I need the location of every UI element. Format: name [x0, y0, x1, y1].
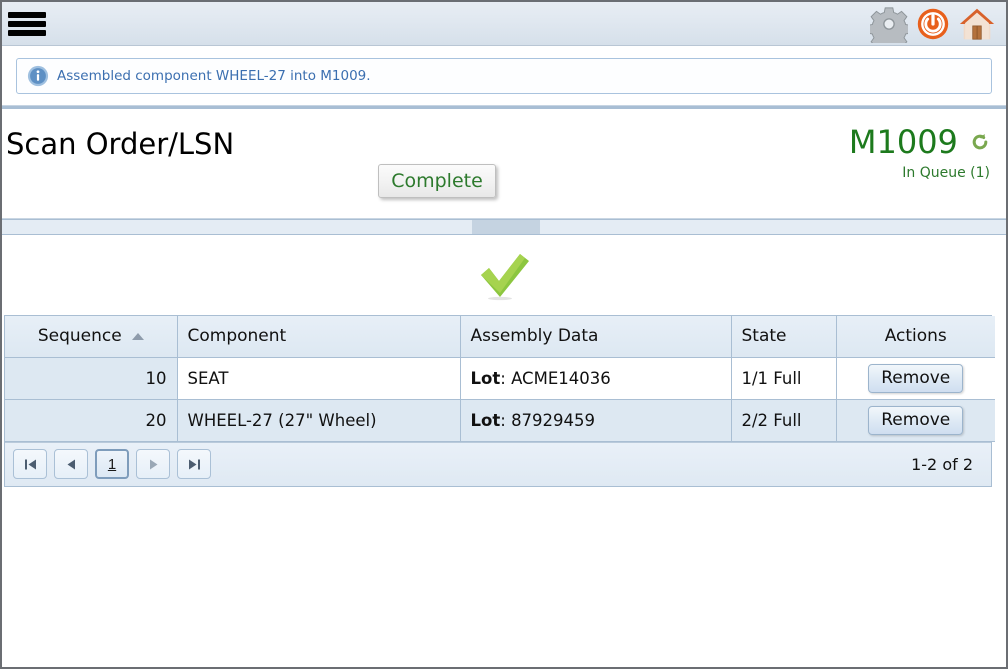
assembly-table: Sequence Component Assembly Data State A…: [5, 316, 995, 442]
header-icon-group: [870, 5, 998, 43]
column-header-component[interactable]: Component: [177, 316, 461, 358]
table-row[interactable]: 10 SEAT Lot: ACME14036 1/1 Full Remove: [5, 357, 995, 400]
cell-assembly-data: Lot: 87929459: [460, 399, 732, 442]
cell-state: 2/2 Full: [731, 399, 837, 442]
cell-actions: Remove: [836, 357, 995, 400]
cell-component: SEAT: [177, 357, 461, 400]
previous-page-icon: [67, 459, 75, 469]
remove-button[interactable]: Remove: [868, 405, 964, 435]
next-page-icon: [149, 459, 157, 469]
complete-button[interactable]: Complete: [378, 164, 496, 198]
page-title-section: Scan Order/LSN Complete M1009 In Queue (…: [2, 109, 1006, 219]
settings-gear-icon[interactable]: [870, 5, 908, 43]
power-off-icon[interactable]: [914, 5, 952, 43]
application-window: Assembled component WHEEL-27 into M1009.…: [0, 0, 1008, 669]
status-indicator-area: [2, 235, 1006, 315]
info-message-text: Assembled component WHEEL-27 into M1009.: [57, 68, 371, 84]
lsn-queue-status: In Queue (1): [902, 165, 990, 181]
cell-component: WHEEL-27 (27" Wheel): [177, 399, 461, 442]
assembly-label: Lot: [470, 368, 501, 388]
sort-ascending-icon: [131, 332, 144, 340]
remove-button[interactable]: Remove: [868, 363, 964, 393]
table-header-row: Sequence Component Assembly Data State A…: [5, 316, 995, 358]
column-header-actions: Actions: [836, 316, 995, 358]
column-header-sequence[interactable]: Sequence: [5, 316, 178, 358]
hamburger-bar: [8, 20, 46, 27]
hamburger-bar: [8, 11, 46, 18]
cell-actions: Remove: [836, 399, 995, 442]
pagination-bar: 1 1-2 of 2: [5, 441, 991, 486]
last-page-button[interactable]: [177, 449, 211, 479]
last-page-icon: [188, 459, 200, 469]
refresh-icon[interactable]: [970, 132, 990, 152]
green-check-icon: [481, 254, 529, 301]
cell-assembly-data: Lot: ACME14036: [460, 357, 732, 400]
assembly-value: ACME14036: [511, 368, 611, 388]
assembly-colon: :: [500, 410, 506, 430]
cell-sequence: 10: [5, 357, 178, 400]
top-header-bar: [2, 2, 1006, 46]
lsn-info-block: M1009 In Queue (1): [849, 123, 990, 181]
cell-state: 1/1 Full: [731, 357, 837, 400]
horizontal-scrollbar[interactable]: [2, 219, 1006, 235]
hamburger-menu-icon[interactable]: [8, 9, 46, 39]
first-page-button[interactable]: [13, 449, 47, 479]
column-header-state[interactable]: State: [731, 316, 837, 358]
scrollbar-thumb[interactable]: [472, 220, 540, 234]
pagination-controls: 1: [13, 449, 211, 479]
first-page-icon: [24, 459, 36, 469]
message-banner-area: Assembled component WHEEL-27 into M1009.: [2, 46, 1006, 105]
hamburger-bar: [8, 29, 46, 36]
column-header-sequence-label: Sequence: [37, 326, 122, 347]
page-title: Scan Order/LSN: [6, 127, 235, 161]
info-message-box: Assembled component WHEEL-27 into M1009.: [16, 58, 992, 94]
column-header-assembly-data[interactable]: Assembly Data: [460, 316, 732, 358]
info-icon: [27, 65, 49, 87]
previous-page-button[interactable]: [54, 449, 88, 479]
assembly-label: Lot: [470, 410, 501, 430]
cell-sequence: 20: [5, 399, 178, 442]
assembly-grid: Sequence Component Assembly Data State A…: [4, 315, 995, 487]
assembly-colon: :: [500, 368, 506, 388]
lsn-identifier: M1009: [848, 123, 958, 161]
assembly-value: 87929459: [511, 410, 596, 430]
table-row[interactable]: 20 WHEEL-27 (27" Wheel) Lot: 87929459 2/…: [5, 399, 995, 442]
page-number-button[interactable]: 1: [95, 449, 129, 479]
next-page-button[interactable]: [136, 449, 170, 479]
pagination-status: 1-2 of 2: [911, 454, 973, 474]
home-icon[interactable]: [958, 5, 996, 43]
